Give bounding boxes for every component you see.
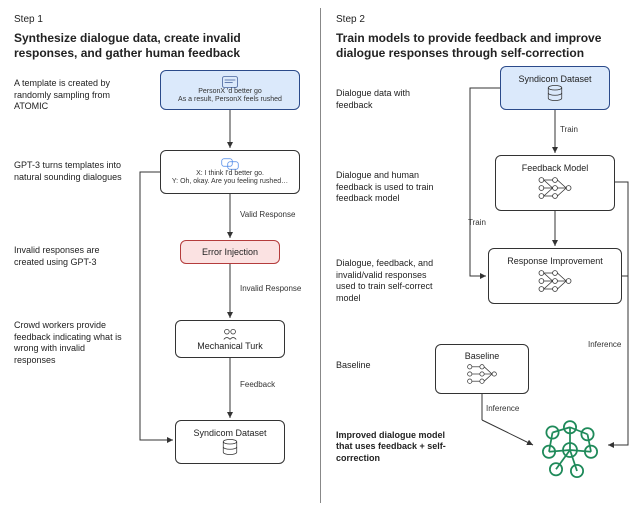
- nn-icon: [535, 266, 575, 296]
- node-syndicom-right: Syndicom Dataset: [500, 66, 610, 110]
- caption-self-correct: Dialogue, feedback, and invalid/valid re…: [336, 258, 446, 305]
- label-invalid-response: Invalid Response: [240, 284, 301, 293]
- final-caption: Improved dialogue model that uses feedba…: [336, 430, 446, 464]
- mturk-label: Mechanical Turk: [197, 341, 263, 351]
- label-inference1: Inference: [588, 340, 621, 349]
- nn-icon: [464, 361, 500, 387]
- step1-column: Step 1 Synthesize dialogue data, create …: [0, 0, 320, 511]
- step2-column: Step 2 Train models to provide feedback …: [320, 0, 640, 511]
- template-icon: [222, 76, 238, 88]
- step2-title: Train models to provide feedback and imp…: [336, 31, 616, 61]
- response-improvement-label: Response Improvement: [507, 256, 603, 266]
- label-valid-response: Valid Response: [240, 210, 295, 219]
- label-train2: Train: [468, 218, 486, 227]
- dialogue-line1: X: I think I'd better go.: [196, 170, 264, 178]
- step1-label: Step 1: [14, 14, 312, 25]
- node-dialogue: X: I think I'd better go. Y: Oh, okay. A…: [160, 150, 300, 194]
- label-feedback: Feedback: [240, 380, 275, 389]
- crowd-icon: [222, 327, 238, 341]
- caption-invalid: Invalid responses are created using GPT-…: [14, 245, 124, 268]
- caption-gpt3: GPT-3 turns templates into natural sound…: [14, 160, 124, 183]
- syndicom-left-label: Syndicom Dataset: [193, 428, 266, 438]
- node-atomic-template: PersonX 'd better go As a result, Person…: [160, 70, 300, 110]
- chat-icon: [221, 158, 239, 170]
- caption-template: A template is created by randomly sampli…: [14, 78, 124, 113]
- caption-crowd: Crowd workers provide feedback indicatin…: [14, 320, 124, 367]
- atomic-line2: As a result, PersonX feels rushed: [178, 96, 282, 104]
- node-baseline: Baseline: [435, 344, 529, 394]
- feedback-model-label: Feedback Model: [522, 163, 589, 173]
- node-mturk: Mechanical Turk: [175, 320, 285, 358]
- database-icon: [546, 84, 564, 102]
- caption-baseline: Baseline: [336, 360, 371, 372]
- syndicom-right-label: Syndicom Dataset: [518, 74, 591, 84]
- baseline-label: Baseline: [465, 351, 500, 361]
- label-train1: Train: [560, 125, 578, 134]
- label-inference2: Inference: [486, 404, 519, 413]
- caption-data-feedback: Dialogue data with feedback: [336, 88, 446, 111]
- error-injection-label: Error Injection: [202, 247, 258, 257]
- atomic-line1: PersonX 'd better go: [198, 88, 262, 96]
- dialogue-line2: Y: Oh, okay. Are you feeling rushed…: [172, 178, 288, 186]
- step1-title: Synthesize dialogue data, create invalid…: [14, 31, 294, 61]
- caption-feedback-model: Dialogue and human feedback is used to t…: [336, 170, 446, 205]
- nn-icon: [535, 173, 575, 203]
- node-syndicom-left: Syndicom Dataset: [175, 420, 285, 464]
- step2-label: Step 2: [336, 14, 632, 25]
- brain-icon: [535, 415, 605, 485]
- node-error-injection: Error Injection: [180, 240, 280, 264]
- node-feedback-model: Feedback Model: [495, 155, 615, 211]
- database-icon: [221, 438, 239, 456]
- node-response-improvement: Response Improvement: [488, 248, 622, 304]
